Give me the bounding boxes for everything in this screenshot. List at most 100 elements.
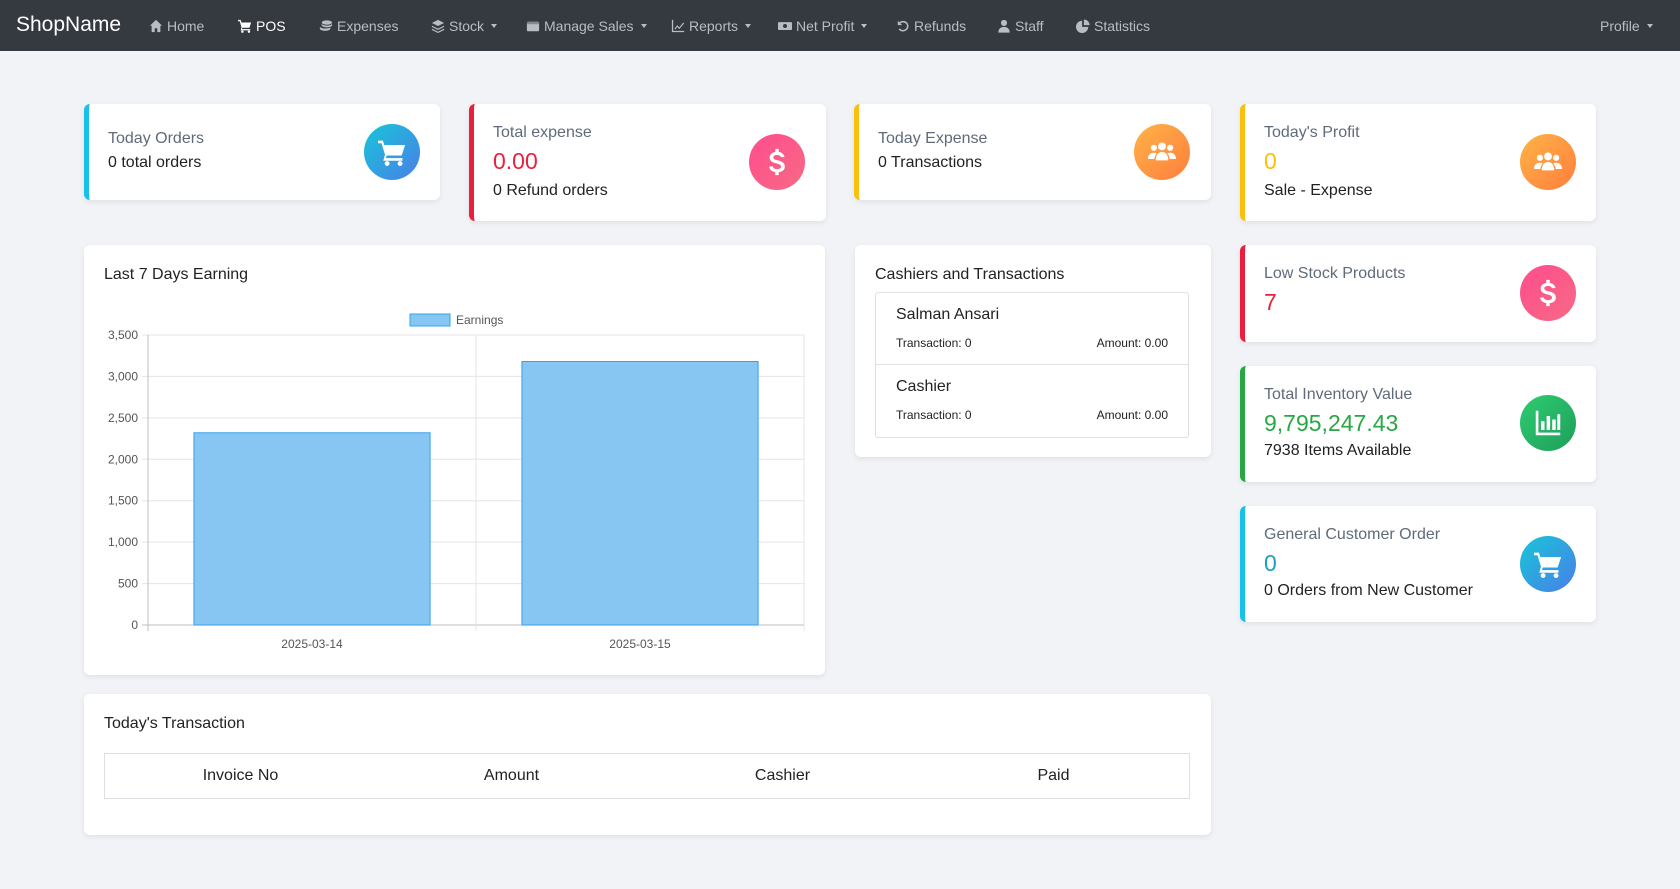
y-tick-label: 0 [131, 618, 138, 632]
chevron-down-icon [745, 23, 752, 28]
user-icon [998, 19, 1010, 33]
nav-reports-label: Reports [689, 17, 739, 34]
total-expense-card: Total expense 0.00 0 Refund orders [469, 104, 826, 221]
nav-statistics-label: Statistics [1094, 17, 1151, 34]
legend-swatch [409, 313, 451, 327]
cashiers-card: Cashiers and Transactions Salman Ansari … [855, 245, 1211, 457]
today-profit-card: Today's Profit 0 Sale - Expense [1240, 104, 1596, 221]
cashier-name: Cashier [896, 378, 952, 395]
dollar-icon [749, 134, 805, 190]
nav-pos-label: POS [256, 17, 286, 34]
cashier-name: Salman Ansari [896, 306, 1000, 323]
low-stock-card: Low Stock Products 7 [1240, 245, 1596, 342]
column-header-amount[interactable]: Amount [376, 767, 647, 785]
y-tick-label: 3,000 [108, 369, 138, 383]
cart-icon [238, 19, 252, 33]
wallet-icon [526, 21, 540, 31]
bar [521, 361, 759, 626]
chevron-down-icon [491, 23, 498, 28]
today-orders-card: Today Orders 0 total orders [84, 104, 440, 200]
total-expense-label: Total expense [493, 124, 592, 141]
nav-home-label: Home [167, 17, 205, 34]
list-item[interactable]: Cashier Transaction: 0 Amount: 0.00 [876, 365, 1188, 437]
today-profit-label: Today's Profit [1264, 124, 1360, 141]
nav-manage-sales-label: Manage Sales [544, 17, 634, 34]
coins-icon [319, 19, 333, 31]
chevron-down-icon [1646, 23, 1653, 28]
x-tick-label: 2025-03-15 [609, 637, 671, 651]
y-tick-label: 3,500 [108, 328, 138, 342]
users-icon [1520, 134, 1576, 190]
column-header-paid[interactable]: Paid [918, 767, 1189, 785]
top-navbar: ShopName Home POS Expenses Stock Manage … [0, 0, 1680, 51]
dollar-icon [1520, 265, 1576, 321]
nav-stock-label: Stock [449, 17, 485, 34]
column-header-cashier[interactable]: Cashier [647, 767, 918, 785]
inventory-card: Total Inventory Value 9,795,247.43 7938 … [1240, 366, 1596, 482]
cashier-amount: Amount: 0.00 [1096, 336, 1168, 350]
nav-expenses[interactable]: Expenses [319, 0, 398, 51]
general-customer-value: 0 [1264, 550, 1277, 576]
layers-icon [431, 19, 445, 33]
today-expense-label: Today Expense [878, 130, 988, 147]
nav-reports[interactable]: Reports [671, 0, 752, 51]
inventory-sub: 7938 Items Available [1264, 442, 1412, 459]
list-item[interactable]: Salman Ansari Transaction: 0 Amount: 0.0… [876, 293, 1188, 365]
y-tick-label: 1,500 [108, 494, 138, 508]
today-transaction-card: Today's Transaction Invoice No Amount Ca… [84, 694, 1211, 835]
nav-staff[interactable]: Staff [997, 0, 1044, 51]
general-customer-card: General Customer Order 0 0 Orders from N… [1240, 506, 1596, 622]
nav-net-profit[interactable]: Net Profit [778, 0, 868, 51]
nav-profile[interactable]: Profile [1600, 0, 1653, 51]
today-orders-label: Today Orders [108, 130, 205, 147]
nav-refunds-label: Refunds [914, 17, 967, 34]
nav-net-profit-label: Net Profit [796, 17, 855, 34]
transaction-table-header: Invoice No Amount Cashier Paid [104, 753, 1190, 799]
today-profit-value: 0 [1264, 148, 1277, 174]
cashier-transaction: Transaction: 0 [896, 408, 972, 422]
chevron-down-icon [640, 23, 647, 28]
today-orders-sub: 0 total orders [108, 154, 202, 171]
nav-manage-sales[interactable]: Manage Sales [526, 0, 647, 51]
cart-icon [364, 124, 420, 180]
nav-refunds[interactable]: Refunds [896, 0, 966, 51]
nav-home[interactable]: Home [149, 0, 204, 51]
today-transaction-title: Today's Transaction [104, 715, 245, 732]
inventory-label: Total Inventory Value [1264, 386, 1413, 403]
legend-label: Earnings [456, 313, 503, 327]
general-customer-label: General Customer Order [1264, 526, 1441, 543]
cashier-transaction: Transaction: 0 [896, 336, 972, 350]
low-stock-label: Low Stock Products [1264, 265, 1406, 282]
nav-statistics[interactable]: Statistics [1076, 0, 1150, 51]
cart-icon [1520, 536, 1576, 592]
bar [193, 432, 431, 626]
total-expense-sub: 0 Refund orders [493, 182, 608, 199]
nav-stock[interactable]: Stock [431, 0, 498, 51]
column-header-invoice[interactable]: Invoice No [105, 767, 376, 785]
x-tick-label: 2025-03-14 [281, 637, 343, 651]
users-icon [1134, 124, 1190, 180]
today-expense-sub: 0 Transactions [878, 154, 983, 171]
cashier-list: Salman Ansari Transaction: 0 Amount: 0.0… [875, 292, 1189, 438]
today-profit-sub: Sale - Expense [1264, 182, 1373, 199]
low-stock-value: 7 [1264, 289, 1277, 315]
chevron-down-icon [861, 23, 868, 28]
y-tick-label: 1,000 [108, 535, 138, 549]
home-icon [149, 19, 163, 32]
brand-logo[interactable]: ShopName [16, 0, 121, 51]
cashiers-title: Cashiers and Transactions [875, 266, 1065, 283]
chart-line-icon [671, 19, 685, 32]
earnings-chart-card: Last 7 Days Earning 0 500 1,000 1,500 2,000 2… [84, 245, 825, 675]
inventory-value: 9,795,247.43 [1264, 410, 1399, 436]
undo-icon [897, 20, 909, 32]
y-tick-label: 2,000 [108, 452, 138, 466]
nav-staff-label: Staff [1015, 17, 1044, 34]
bar-chart-icon [1520, 395, 1576, 451]
total-expense-value: 0.00 [493, 148, 538, 174]
nav-pos[interactable]: POS [238, 0, 286, 51]
cashier-amount: Amount: 0.00 [1096, 408, 1168, 422]
y-tick-label: 2,500 [108, 411, 138, 425]
earnings-bar-chart: 0 500 1,000 1,500 2,000 2,500 3,000 3,500 2025-0… [108, 313, 805, 651]
today-expense-card: Today Expense 0 Transactions [854, 104, 1211, 200]
y-tick-label: 500 [118, 577, 138, 591]
